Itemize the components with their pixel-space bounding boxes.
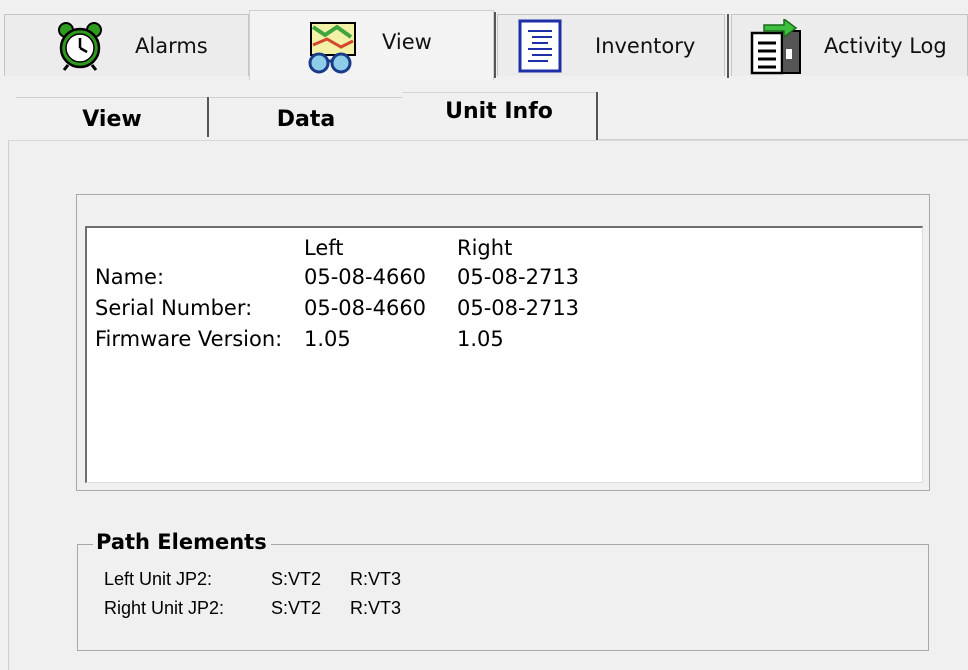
unit-info-field-label: Serial Number: xyxy=(95,296,253,320)
path-row-receive: R:VT3 xyxy=(350,598,402,618)
tab-divider xyxy=(494,12,496,78)
subtab-unit-info[interactable]: Unit Info xyxy=(402,92,596,141)
tab-alarms[interactable]: Alarms xyxy=(4,14,249,76)
activity-log-icon xyxy=(750,17,804,79)
unit-info-left-value: 05-08-4660 xyxy=(304,296,427,320)
subtab-data[interactable]: Data xyxy=(210,97,402,140)
subtab-view-label: View xyxy=(82,106,142,132)
unit-info-field-label: Firmware Version: xyxy=(95,327,283,351)
tab-alarms-label: Alarms xyxy=(135,34,208,58)
path-row-send: S:VT2 xyxy=(271,598,322,618)
tab-activity-log[interactable]: Activity Log xyxy=(731,14,968,76)
map-view-icon xyxy=(307,21,367,79)
unit-info-left-value: 05-08-4660 xyxy=(304,265,427,289)
unit-info-left-value: 1.05 xyxy=(304,327,351,351)
unit-info-header-left: Left xyxy=(304,236,344,260)
subtab-unit-info-label: Unit Info xyxy=(445,99,553,124)
tab-view-label: View xyxy=(382,30,432,54)
subtab-view[interactable]: View xyxy=(16,97,208,140)
path-elements-title: Path Elements xyxy=(93,530,271,554)
path-row-label: Left Unit JP2: xyxy=(104,569,213,589)
tab-inventory-label: Inventory xyxy=(595,34,696,58)
main-tab-bar: Alarms View Inventory Activity Log xyxy=(0,0,968,80)
path-row-label: Right Unit JP2: xyxy=(104,598,225,618)
subtab-data-label: Data xyxy=(276,106,336,132)
inventory-list-icon xyxy=(518,19,562,77)
unit-info-field-label: Name: xyxy=(95,265,165,289)
tab-divider xyxy=(596,92,598,140)
tab-activity-log-label: Activity Log xyxy=(824,34,947,58)
unit-info-right-value: 05-08-2713 xyxy=(457,265,580,289)
tab-divider xyxy=(727,14,729,78)
unit-info-header-right: Right xyxy=(457,236,513,260)
tab-divider xyxy=(207,97,209,137)
tab-inventory[interactable]: Inventory xyxy=(497,14,725,76)
path-row-send: S:VT2 xyxy=(271,569,322,589)
alarm-clock-icon xyxy=(55,21,105,75)
unit-info-listbox[interactable]: Left Right Name: 05-08-4660 05-08-2713 S… xyxy=(85,226,923,483)
unit-info-right-value: 05-08-2713 xyxy=(457,296,580,320)
path-row-receive: R:VT3 xyxy=(350,569,402,589)
tab-view[interactable]: View xyxy=(249,10,494,80)
unit-info-right-value: 1.05 xyxy=(457,327,504,351)
